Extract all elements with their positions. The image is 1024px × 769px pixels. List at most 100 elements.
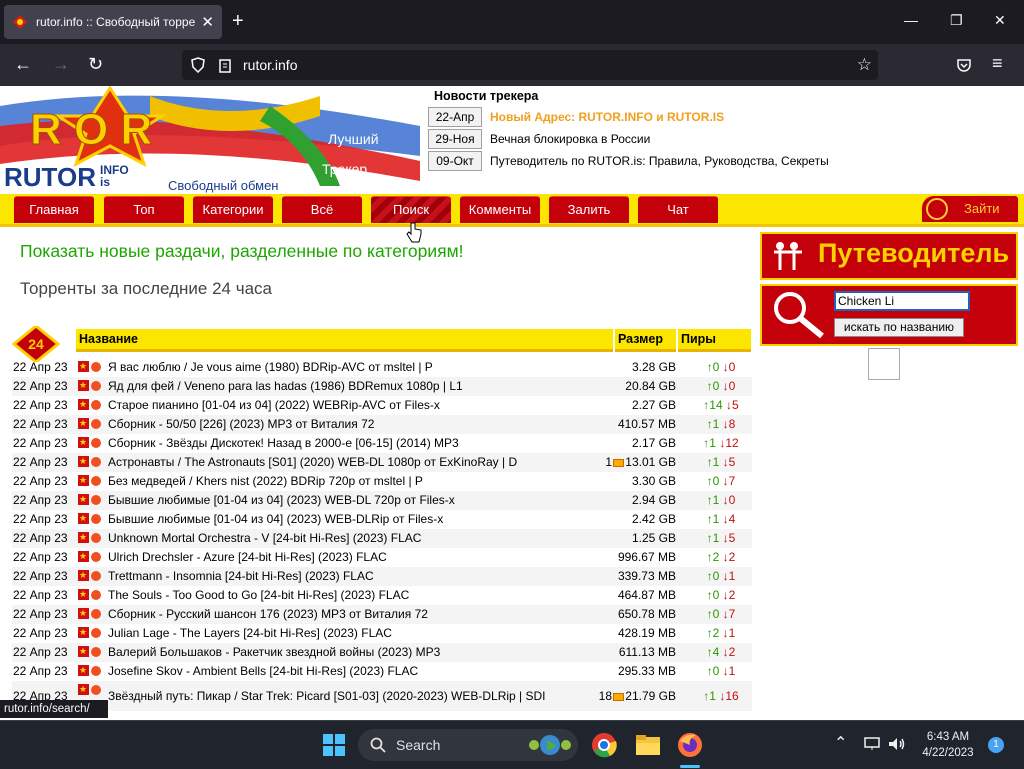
system-clock[interactable]: 6:43 AM 4/22/2023 bbox=[912, 729, 984, 761]
magnet-icon[interactable] bbox=[91, 533, 101, 543]
magnet-icon[interactable] bbox=[91, 381, 101, 391]
row-icons[interactable] bbox=[78, 566, 104, 585]
download-icon[interactable] bbox=[78, 471, 89, 490]
download-icon[interactable] bbox=[78, 395, 89, 414]
row-icons[interactable] bbox=[78, 471, 104, 490]
news-item[interactable]: 29-Ноя Вечная блокировка в России bbox=[428, 129, 650, 149]
notification-badge[interactable]: 1 bbox=[988, 737, 1004, 753]
row-name-link[interactable]: Астронавты / The Astronauts [S01] (2020)… bbox=[108, 453, 608, 472]
table-row[interactable]: 22 Апр 23 Астронавты / The Astronauts [S0… bbox=[12, 452, 752, 472]
menu-all[interactable]: Всё bbox=[282, 196, 362, 223]
address-bar[interactable]: rutor.info ☆ bbox=[182, 50, 878, 80]
magnet-icon[interactable] bbox=[91, 590, 101, 600]
table-row[interactable]: 22 Апр 23 Сборник - Русский шансон 176 (2… bbox=[12, 604, 752, 624]
menu-categories[interactable]: Категории bbox=[193, 196, 273, 223]
search-button[interactable]: искать по названию bbox=[834, 318, 964, 337]
tracking-shield-icon[interactable] bbox=[190, 57, 206, 73]
download-icon[interactable] bbox=[78, 414, 89, 433]
row-name-link[interactable]: Trettmann - Insomnia [24-bit Hi-Res] (20… bbox=[108, 567, 608, 586]
magnet-icon[interactable] bbox=[91, 400, 101, 410]
col-size[interactable]: Размер bbox=[615, 329, 676, 352]
table-row[interactable]: 22 Апр 23 Ulrich Drechsler - Azure [24-bi… bbox=[12, 547, 752, 567]
row-name-link[interactable]: Ulrich Drechsler - Azure [24-bit Hi-Res]… bbox=[108, 548, 608, 567]
download-icon[interactable] bbox=[78, 433, 89, 452]
row-name-link[interactable]: Звёздный путь: Пикар / Star Trek: Picard… bbox=[108, 687, 608, 706]
minimize-button[interactable]: — bbox=[904, 12, 918, 28]
download-icon[interactable] bbox=[78, 357, 89, 376]
table-row[interactable]: 22 Апр 23 Unknown Mortal Orchestra - V [2… bbox=[12, 528, 752, 548]
magnet-icon[interactable] bbox=[91, 628, 101, 638]
network-icon[interactable] bbox=[864, 737, 880, 751]
col-peers[interactable]: Пиры bbox=[678, 329, 751, 352]
table-row[interactable]: 22 Апр 23 Josefine Skov - Ambient Bells [… bbox=[12, 661, 752, 681]
magnet-icon[interactable] bbox=[91, 609, 101, 619]
row-icons[interactable] bbox=[78, 452, 104, 471]
row-name-link[interactable]: The Souls - Too Good to Go [24-bit Hi-Re… bbox=[108, 586, 608, 605]
news-link[interactable]: Новый Адрес: RUTOR.INFO и RUTOR.IS bbox=[490, 110, 724, 124]
download-icon[interactable] bbox=[78, 566, 89, 585]
forward-icon[interactable]: → bbox=[52, 54, 70, 74]
download-icon[interactable] bbox=[78, 376, 89, 395]
menu-chat[interactable]: Чат bbox=[638, 196, 718, 223]
download-icon[interactable] bbox=[78, 452, 89, 471]
magnet-icon[interactable] bbox=[91, 476, 101, 486]
bookmark-star-icon[interactable]: ☆ bbox=[857, 55, 872, 75]
row-name-link[interactable]: Бывшие любимые [01-04 из 04] (2023) WEB-… bbox=[108, 491, 608, 510]
page-info-icon[interactable] bbox=[218, 57, 232, 73]
row-icons[interactable] bbox=[78, 661, 104, 680]
row-name-link[interactable]: Я вас люблю / Je vous aime (1980) BDRip-… bbox=[108, 358, 608, 377]
row-icons[interactable] bbox=[78, 490, 104, 509]
app-menu-icon[interactable]: ≡ bbox=[992, 53, 1003, 73]
table-row[interactable]: 22 Апр 23 Сборник - Звёзды Дискотек! Наза… bbox=[12, 433, 752, 453]
row-icons[interactable] bbox=[78, 642, 104, 661]
row-icons[interactable] bbox=[78, 395, 104, 414]
col-name[interactable]: Название bbox=[76, 329, 613, 352]
download-icon[interactable] bbox=[78, 680, 89, 699]
tab-close-icon[interactable]: ✕ bbox=[201, 13, 214, 31]
news-link[interactable]: Вечная блокировка в России bbox=[490, 132, 650, 146]
row-name-link[interactable]: Старое пианино [01-04 из 04] (2022) WEBR… bbox=[108, 396, 608, 415]
table-row[interactable]: 22 Апр 23 Без медведей / Khers nist (2022… bbox=[12, 471, 752, 491]
row-icons[interactable] bbox=[78, 376, 104, 395]
magnet-icon[interactable] bbox=[91, 457, 101, 467]
table-row[interactable]: 22 Апр 23 Бывшие любимые [01-04 из 04] (2… bbox=[12, 490, 752, 510]
download-icon[interactable] bbox=[78, 661, 89, 680]
magnet-icon[interactable] bbox=[91, 495, 101, 505]
row-icons[interactable] bbox=[78, 604, 104, 623]
magnet-icon[interactable] bbox=[91, 438, 101, 448]
magnet-icon[interactable] bbox=[91, 685, 101, 695]
maximize-button[interactable]: ❐ bbox=[950, 12, 963, 29]
menu-search[interactable]: Поиск bbox=[371, 196, 451, 223]
download-icon[interactable] bbox=[78, 490, 89, 509]
download-icon[interactable] bbox=[78, 547, 89, 566]
news-link[interactable]: Путеводитель по RUTOR.is: Правила, Руков… bbox=[490, 154, 829, 168]
row-name-link[interactable]: Julian Lage - The Layers [24-bit Hi-Res]… bbox=[108, 624, 608, 643]
close-window-button[interactable]: ✕ bbox=[994, 12, 1006, 29]
back-icon[interactable]: ← bbox=[14, 54, 32, 74]
row-name-link[interactable]: Яд для фей / Veneno para las hadas (1986… bbox=[108, 377, 608, 396]
new-tab-button[interactable]: + bbox=[232, 10, 244, 32]
row-name-link[interactable]: Сборник - Звёзды Дискотек! Назад в 2000-… bbox=[108, 434, 608, 453]
new-releases-link[interactable]: Показать новые раздачи, разделенные по к… bbox=[20, 241, 464, 262]
magnet-icon[interactable] bbox=[91, 362, 101, 372]
download-icon[interactable] bbox=[78, 623, 89, 642]
row-icons[interactable] bbox=[78, 528, 104, 547]
row-icons[interactable] bbox=[78, 509, 104, 528]
table-row[interactable]: 22 Апр 23 Яд для фей / Veneno para las ha… bbox=[12, 376, 752, 396]
file-explorer-icon[interactable] bbox=[634, 731, 662, 759]
magnet-icon[interactable] bbox=[91, 571, 101, 581]
table-row[interactable]: 22 Апр 23 Сборник - 50/50 [226] (2023) MP… bbox=[12, 414, 752, 434]
news-item[interactable]: 09-Окт Путеводитель по RUTOR.is: Правила… bbox=[428, 151, 829, 171]
magnet-icon[interactable] bbox=[91, 647, 101, 657]
row-icons[interactable] bbox=[78, 585, 104, 604]
row-name-link[interactable]: Бывшие любимые [01-04 из 04] (2023) WEB-… bbox=[108, 510, 608, 529]
row-icons[interactable] bbox=[78, 357, 104, 376]
download-icon[interactable] bbox=[78, 604, 89, 623]
chrome-icon[interactable] bbox=[590, 731, 618, 759]
row-name-link[interactable]: Сборник - 50/50 [226] (2023) MP3 от Вита… bbox=[108, 415, 608, 434]
table-row[interactable]: 22 Апр 23 Trettmann - Insomnia [24-bit Hi… bbox=[12, 566, 752, 586]
firefox-icon[interactable] bbox=[676, 731, 704, 759]
news-item[interactable]: 22-Апр Новый Адрес: RUTOR.INFO и RUTOR.I… bbox=[428, 107, 724, 127]
guide-banner[interactable]: Путеводитель bbox=[760, 232, 1018, 280]
table-row[interactable]: 22 Апр 23 Я вас люблю / Je vous aime (198… bbox=[12, 357, 752, 377]
